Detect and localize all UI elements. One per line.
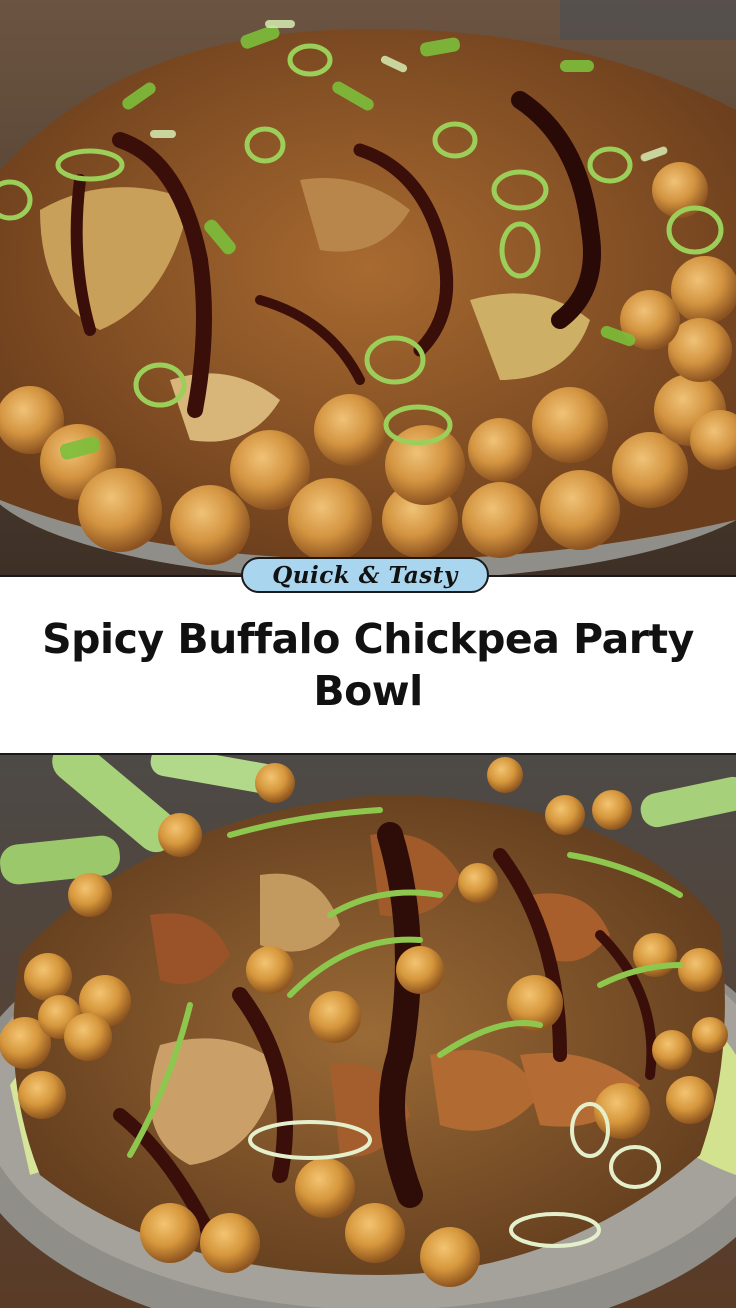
bottom-food-photo — [0, 755, 736, 1308]
recipe-title: Spicy Buffalo Chickpea Party Bowl — [42, 615, 694, 715]
quick-tasty-badge: Quick & Tasty — [241, 557, 489, 593]
top-food-photo — [0, 0, 736, 575]
badge-label: Quick & Tasty — [272, 561, 458, 589]
title-band: Quick & Tasty Spicy Buffalo Chickpea Par… — [0, 557, 736, 755]
